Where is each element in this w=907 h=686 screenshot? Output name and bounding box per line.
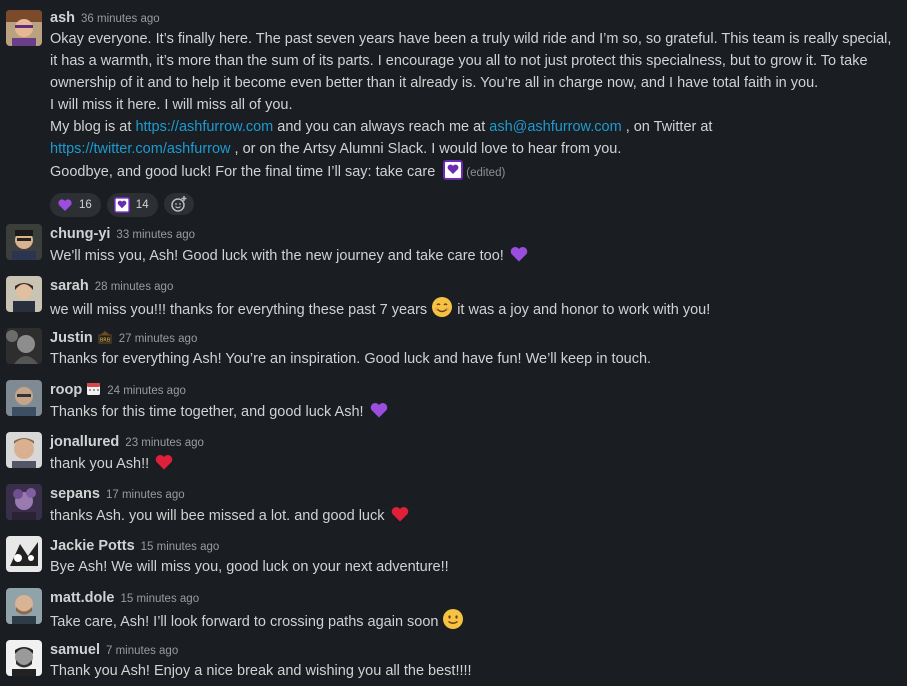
timestamp[interactable]: 36 minutes ago (81, 13, 160, 25)
timestamp[interactable]: 28 minutes ago (95, 281, 174, 293)
red-heart-icon (389, 504, 411, 531)
purple-heart-icon (508, 244, 530, 271)
message-text: Okay everyone. It’s finally here. The pa… (50, 31, 892, 91)
text-span: Thanks for this time together, and good … (50, 404, 364, 420)
avatar[interactable] (6, 484, 42, 520)
edited-label: (edited) (466, 167, 506, 179)
message-text: Bye Ash! We will miss you, good luck on … (50, 559, 449, 575)
avatar[interactable] (6, 432, 42, 468)
message-matt-dole: matt.dole 15 minutes ago Take care, Ash! … (0, 584, 907, 634)
brb-status-icon: BRB (97, 330, 113, 350)
message-justin: Justin BRB 27 minutes ago Thanks for every… (0, 324, 907, 374)
username[interactable]: matt.dole (50, 590, 114, 606)
avatar[interactable] (6, 276, 42, 312)
username[interactable]: roop (50, 382, 82, 398)
message-chung-yi: chung-yi 33 minutes ago We'll miss you, A… (0, 220, 907, 270)
username[interactable]: jonallured (50, 434, 119, 450)
message-feed: ash 36 minutes ago Okay everyone. It’s fi… (0, 0, 907, 686)
message-text: Thanks for everything Ash! You’re an ins… (50, 351, 652, 367)
message-text: Thank you Ash! Enjoy a nice break and wi… (50, 663, 472, 679)
red-heart-icon (153, 452, 175, 479)
username[interactable]: sarah (50, 278, 89, 294)
message-ash: ash 36 minutes ago Okay everyone. It’s fi… (0, 4, 907, 217)
timestamp[interactable]: 24 minutes ago (107, 385, 186, 397)
take-care-icon (443, 160, 464, 187)
email-link[interactable]: ash@ashfurrow.com (489, 119, 621, 135)
message-text: https://twitter.com/ashfurrow , or on th… (50, 138, 899, 160)
message-samuel: samuel 7 minutes ago Thank you Ash! Enjoy… (0, 636, 907, 686)
text-span: and you can always reach me at (277, 119, 486, 135)
text-span: Goodbye, and good luck! For the final ti… (50, 164, 436, 180)
message-text: My blog is at https://ashfurrow.com and … (50, 116, 899, 138)
purple-heart-icon (368, 400, 390, 427)
message-text: thank you Ash!! (50, 452, 899, 479)
text-span: , on Twitter at (625, 119, 713, 135)
reactions: 16 14 (50, 193, 899, 217)
username[interactable]: ash (50, 10, 75, 26)
timestamp[interactable]: 15 minutes ago (141, 541, 220, 553)
reaction-take-care[interactable]: 14 (106, 193, 158, 217)
text-span: we will miss you!!! thanks for everythin… (50, 302, 428, 318)
text-span: , or on the Artsy Alumni Slack. I would … (234, 141, 622, 157)
username[interactable]: chung-yi (50, 226, 110, 242)
smiling-face-icon (431, 296, 453, 325)
text-span: thanks Ash. you will bee missed a lot. a… (50, 508, 385, 524)
message-sepans: sepans 17 minutes ago thanks Ash. you wil… (0, 480, 907, 530)
avatar[interactable] (6, 224, 42, 260)
message-text: thanks Ash. you will bee missed a lot. a… (50, 504, 899, 531)
avatar[interactable] (6, 588, 42, 624)
reaction-count: 14 (135, 199, 149, 211)
message-text: Goodbye, and good luck! For the final ti… (50, 160, 899, 187)
take-care-icon (113, 197, 130, 213)
message-jackie-potts: Jackie Potts 15 minutes ago Bye Ash! We w… (0, 532, 907, 582)
username[interactable]: Justin (50, 330, 93, 346)
timestamp[interactable]: 7 minutes ago (106, 645, 178, 657)
message-text: Take care, Ash! I’ll look forward to cro… (50, 608, 899, 637)
username[interactable]: samuel (50, 642, 100, 658)
message-text: I will miss it here. I will miss all of … (50, 97, 293, 113)
svg-text:BRB: BRB (100, 338, 111, 344)
avatar[interactable] (6, 536, 42, 572)
slightly-smiling-face-icon (442, 608, 464, 637)
text-span: thank you Ash!! (50, 456, 150, 472)
reaction-count: 16 (79, 199, 92, 211)
timestamp[interactable]: 15 minutes ago (120, 593, 199, 605)
message-text: Thanks for this time together, and good … (50, 400, 899, 427)
username[interactable]: Jackie Potts (50, 538, 135, 554)
timestamp[interactable]: 33 minutes ago (116, 229, 195, 241)
username[interactable]: sepans (50, 486, 100, 502)
message-jonallured: jonallured 23 minutes ago thank you Ash!! (0, 428, 907, 478)
text-span: My blog is at (50, 119, 132, 135)
calendar-status-icon (86, 381, 101, 402)
text-span: We'll miss you, Ash! Good luck with the … (50, 248, 504, 264)
timestamp[interactable]: 23 minutes ago (125, 437, 204, 449)
message-text: We'll miss you, Ash! Good luck with the … (50, 244, 899, 271)
add-emoji-icon (170, 196, 187, 212)
avatar[interactable] (6, 10, 42, 46)
timestamp[interactable]: 27 minutes ago (119, 333, 198, 345)
text-span: it was a joy and honor to work with you! (457, 302, 711, 318)
text-span: Take care, Ash! I’ll look forward to cro… (50, 614, 439, 630)
message-roop: roop 24 minutes ago Thanks for this time … (0, 376, 907, 426)
avatar[interactable] (6, 640, 42, 676)
message-sarah: sarah 28 minutes ago we will miss you!!! … (0, 272, 907, 322)
timestamp[interactable]: 17 minutes ago (106, 489, 185, 501)
reaction-purple-heart[interactable]: 16 (50, 193, 101, 217)
avatar[interactable] (6, 380, 42, 416)
message-text: we will miss you!!! thanks for everythin… (50, 296, 899, 325)
avatar[interactable] (6, 328, 42, 364)
add-reaction-button[interactable] (163, 193, 194, 215)
purple-heart-icon (58, 199, 72, 211)
twitter-link[interactable]: https://twitter.com/ashfurrow (50, 141, 231, 157)
blog-link[interactable]: https://ashfurrow.com (135, 119, 273, 135)
